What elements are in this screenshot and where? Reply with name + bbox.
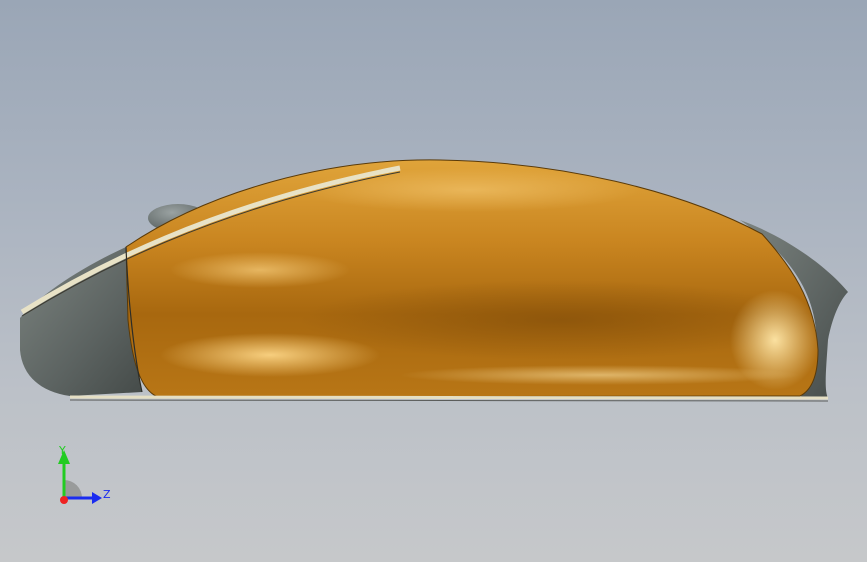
shell-highlight-upper [170, 252, 350, 288]
z-axis-label: Z [103, 488, 111, 501]
shell-highlight-top [300, 168, 640, 212]
graphics-viewport[interactable]: Y Z [0, 0, 867, 562]
front-trim [20, 247, 142, 396]
mouse-model[interactable] [0, 0, 867, 562]
z-axis-arrow [92, 492, 102, 504]
y-axis-label: Y [58, 444, 66, 457]
triad-quadrant [64, 480, 82, 498]
coordinate-triad: Y Z [58, 444, 111, 504]
base-edge-shadow [69, 399, 829, 402]
shell-highlight-bottom [400, 365, 800, 385]
shell-highlight-left [160, 333, 380, 377]
base-edge [69, 395, 829, 400]
x-axis-dot [60, 496, 68, 504]
